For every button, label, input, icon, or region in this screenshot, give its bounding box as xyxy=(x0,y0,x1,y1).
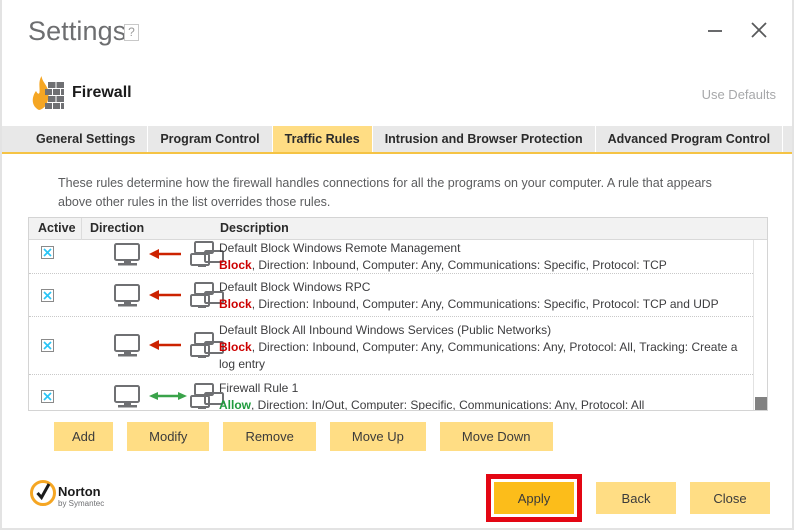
use-defaults-link[interactable]: Use Defaults xyxy=(702,87,776,102)
tab-advanced-program-control[interactable]: Advanced Program Control xyxy=(595,126,784,152)
rule-description: Default Block Windows Remote Management … xyxy=(219,240,745,274)
tab-traffic-rules[interactable]: Traffic Rules xyxy=(272,126,373,152)
svg-text:Norton: Norton xyxy=(58,484,101,499)
settings-window: Settings ? Firewall Use Defaults General… xyxy=(0,0,794,530)
traffic-rules-panel: These rules determine how the firewall h… xyxy=(2,156,792,528)
footer-buttons: Apply Back Close xyxy=(486,474,770,522)
tab-general-settings[interactable]: General Settings xyxy=(24,126,149,152)
page-title: Settings xyxy=(28,16,127,46)
table-row[interactable]: Firewall Rule 1 Allow, Direction: In/Out… xyxy=(29,375,753,410)
arrow-left-red-icon xyxy=(149,290,181,300)
back-button[interactable]: Back xyxy=(596,482,676,514)
move-up-button[interactable]: Move Up xyxy=(329,422,426,451)
rule-detail: Block, Direction: Inbound, Computer: Any… xyxy=(219,340,738,371)
direction-inbound-icons xyxy=(113,241,225,269)
header-divider xyxy=(81,218,82,240)
rule-action-buttons: Add Modify Remove Move Up Move Down xyxy=(54,422,553,451)
table-row[interactable]: Default Block Windows Remote Management … xyxy=(29,240,753,274)
rule-name: Default Block Windows RPC xyxy=(219,280,371,294)
firewall-title: Firewall xyxy=(72,84,132,101)
section-header: Firewall Use Defaults xyxy=(2,62,792,126)
column-header-description: Description xyxy=(220,221,289,235)
tab-bar: General Settings Program Control Traffic… xyxy=(2,126,792,154)
table-row[interactable]: Default Block All Inbound Windows Servic… xyxy=(29,317,753,375)
local-computer-icon xyxy=(114,284,140,302)
norton-logo: Norton by Symantec xyxy=(30,478,126,510)
direction-in-out-icons xyxy=(113,383,225,410)
add-button[interactable]: Add xyxy=(54,422,114,451)
apply-highlight-box: Apply xyxy=(486,474,582,522)
remove-button[interactable]: Remove xyxy=(223,422,316,451)
table-header-row: Active Direction Description xyxy=(29,218,767,240)
rule-verdict: Block xyxy=(219,340,252,354)
rule-name: Firewall Rule 1 xyxy=(219,381,299,395)
row-active-checkbox[interactable] xyxy=(41,246,54,259)
table-row[interactable]: Default Block Windows RPC Block, Directi… xyxy=(29,274,753,317)
move-down-button[interactable]: Move Down xyxy=(439,422,553,451)
apply-button[interactable]: Apply xyxy=(494,482,574,514)
local-computer-icon xyxy=(114,243,140,261)
table-scrollbar[interactable] xyxy=(753,240,767,410)
tab-program-control[interactable]: Program Control xyxy=(148,126,273,152)
firewall-flame-wall-icon xyxy=(26,74,66,112)
svg-text:by Symantec: by Symantec xyxy=(58,499,104,508)
rule-description: Firewall Rule 1 Allow, Direction: In/Out… xyxy=(219,380,745,410)
rule-description: Default Block All Inbound Windows Servic… xyxy=(219,322,745,373)
tab-bar-left-pad xyxy=(2,126,24,152)
rule-detail: Allow, Direction: In/Out, Computer: Spec… xyxy=(219,398,645,410)
direction-inbound-icons xyxy=(113,282,225,310)
direction-inbound-icons xyxy=(113,332,225,360)
rule-verdict: Block xyxy=(219,297,252,311)
row-active-checkbox[interactable] xyxy=(41,289,54,302)
rule-name: Default Block Windows Remote Management xyxy=(219,241,461,255)
arrow-left-red-icon xyxy=(149,249,181,259)
tab-intrusion-and-browser-protection[interactable]: Intrusion and Browser Protection xyxy=(372,126,596,152)
table-body[interactable]: Default Block Windows Remote Management … xyxy=(29,240,753,410)
rule-verdict: Allow xyxy=(219,398,251,410)
traffic-rules-table: Active Direction Description Default Blo… xyxy=(28,217,768,411)
arrow-bidirectional-green-icon xyxy=(149,392,187,400)
close-button[interactable]: Close xyxy=(690,482,770,514)
rule-description: Default Block Windows RPC Block, Directi… xyxy=(219,279,745,313)
local-computer-icon xyxy=(114,385,140,403)
column-header-direction: Direction xyxy=(90,221,145,235)
rule-name: Default Block All Inbound Windows Servic… xyxy=(219,323,552,337)
minimize-button[interactable] xyxy=(700,18,730,46)
rule-detail: Block, Direction: Inbound, Computer: Any… xyxy=(219,258,667,272)
panel-description: These rules determine how the firewall h… xyxy=(58,176,712,209)
modify-button[interactable]: Modify xyxy=(127,422,210,451)
tab-bar-right-pad xyxy=(783,126,792,152)
help-icon[interactable]: ? xyxy=(124,24,139,41)
column-header-active: Active xyxy=(38,221,76,235)
close-icon[interactable] xyxy=(744,18,774,46)
rule-verdict: Block xyxy=(219,258,252,272)
row-active-checkbox[interactable] xyxy=(41,390,54,403)
title-bar: Settings ? xyxy=(2,0,792,62)
rule-detail: Block, Direction: Inbound, Computer: Any… xyxy=(219,297,719,311)
local-computer-icon xyxy=(114,334,140,352)
row-active-checkbox[interactable] xyxy=(41,339,54,352)
scrollbar-thumb[interactable] xyxy=(755,397,767,410)
arrow-left-red-icon xyxy=(149,340,181,350)
